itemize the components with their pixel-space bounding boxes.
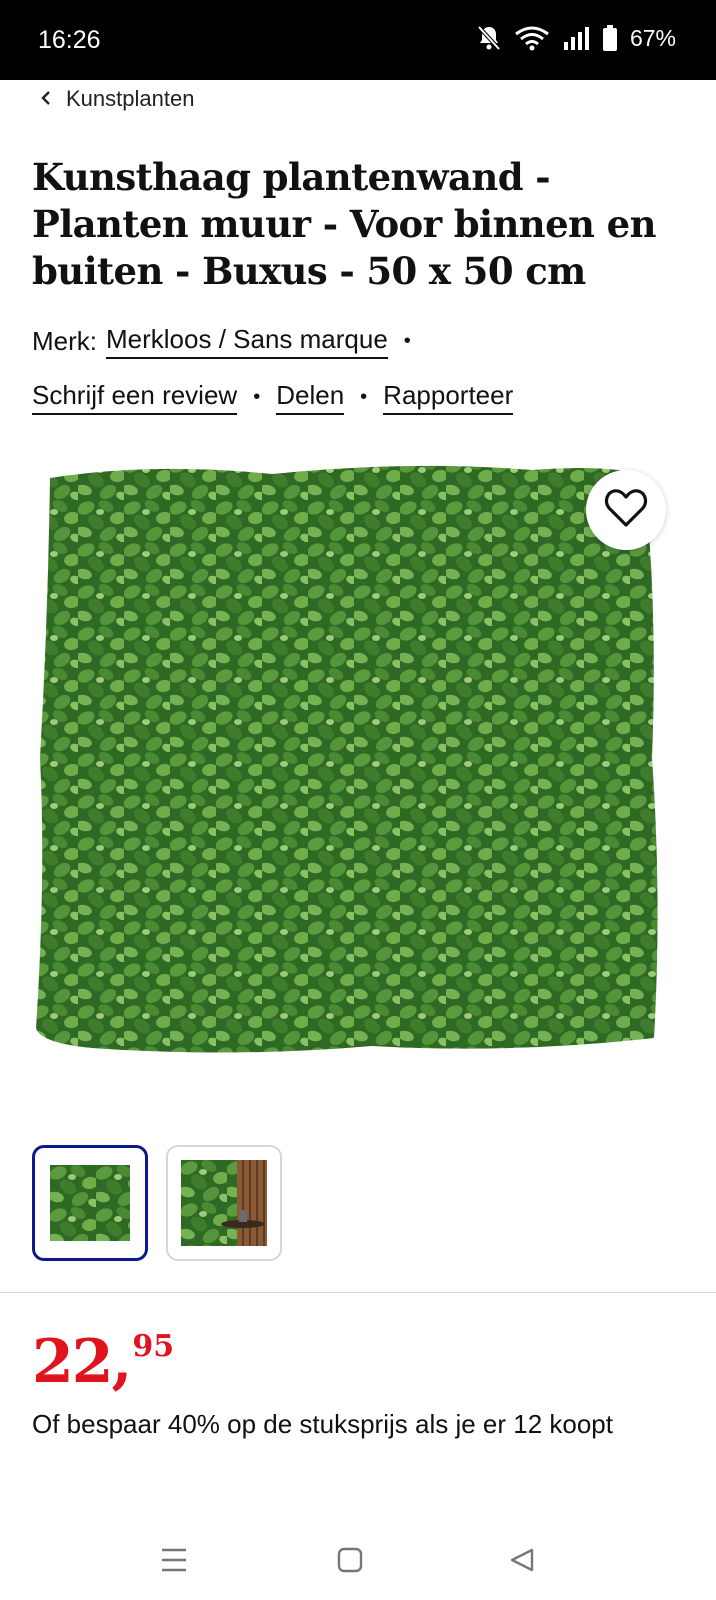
product-brand-row: Merk: Merkloos / Sans marque • bbox=[32, 324, 427, 359]
product-title: Kunsthaag plantenwand - Planten muur - V… bbox=[32, 155, 656, 293]
wifi-icon bbox=[514, 25, 550, 51]
navigation-bar bbox=[0, 1520, 716, 1600]
price-cents: 95 bbox=[132, 1329, 175, 1364]
chevron-left-icon bbox=[40, 86, 52, 112]
back-icon[interactable] bbox=[504, 1542, 540, 1578]
price: 22, 95 bbox=[32, 1327, 175, 1397]
breadcrumb-label: Kunstplanten bbox=[66, 86, 195, 111]
thumbnail-2[interactable] bbox=[166, 1145, 282, 1261]
breadcrumb[interactable]: Kunstplanten bbox=[40, 84, 194, 114]
battery-percent: 67% bbox=[629, 24, 676, 51]
brand-label: Merk: bbox=[32, 326, 97, 356]
recents-icon[interactable] bbox=[156, 1542, 192, 1578]
favorite-button[interactable] bbox=[586, 470, 666, 550]
brand-link[interactable]: Merkloos / Sans marque bbox=[106, 324, 388, 359]
separator-dot: • bbox=[360, 386, 368, 408]
price-main: 22, bbox=[32, 1327, 132, 1397]
status-bar: 16:26 67% bbox=[0, 0, 716, 80]
battery-icon bbox=[602, 25, 618, 51]
section-divider bbox=[0, 1292, 716, 1293]
bulk-discount-text: Of bespaar 40% op de stuksprijs als je e… bbox=[32, 1409, 613, 1439]
heart-icon bbox=[604, 488, 648, 532]
status-icons: 67% bbox=[476, 24, 676, 52]
product-image[interactable] bbox=[32, 458, 682, 1070]
separator-dot: • bbox=[403, 330, 411, 352]
share-link[interactable]: Delen bbox=[276, 380, 345, 415]
home-icon[interactable] bbox=[332, 1542, 368, 1578]
product-actions-row: Schrijf een review • Delen • Rapporteer bbox=[32, 380, 514, 415]
report-link[interactable]: Rapporteer bbox=[383, 380, 514, 415]
signal-icon bbox=[562, 26, 590, 50]
bell-off-icon bbox=[476, 24, 502, 52]
separator-dot: • bbox=[253, 386, 261, 408]
status-time: 16:26 bbox=[38, 26, 101, 54]
write-review-link[interactable]: Schrijf een review bbox=[32, 380, 238, 415]
thumbnail-1[interactable] bbox=[32, 1145, 148, 1261]
